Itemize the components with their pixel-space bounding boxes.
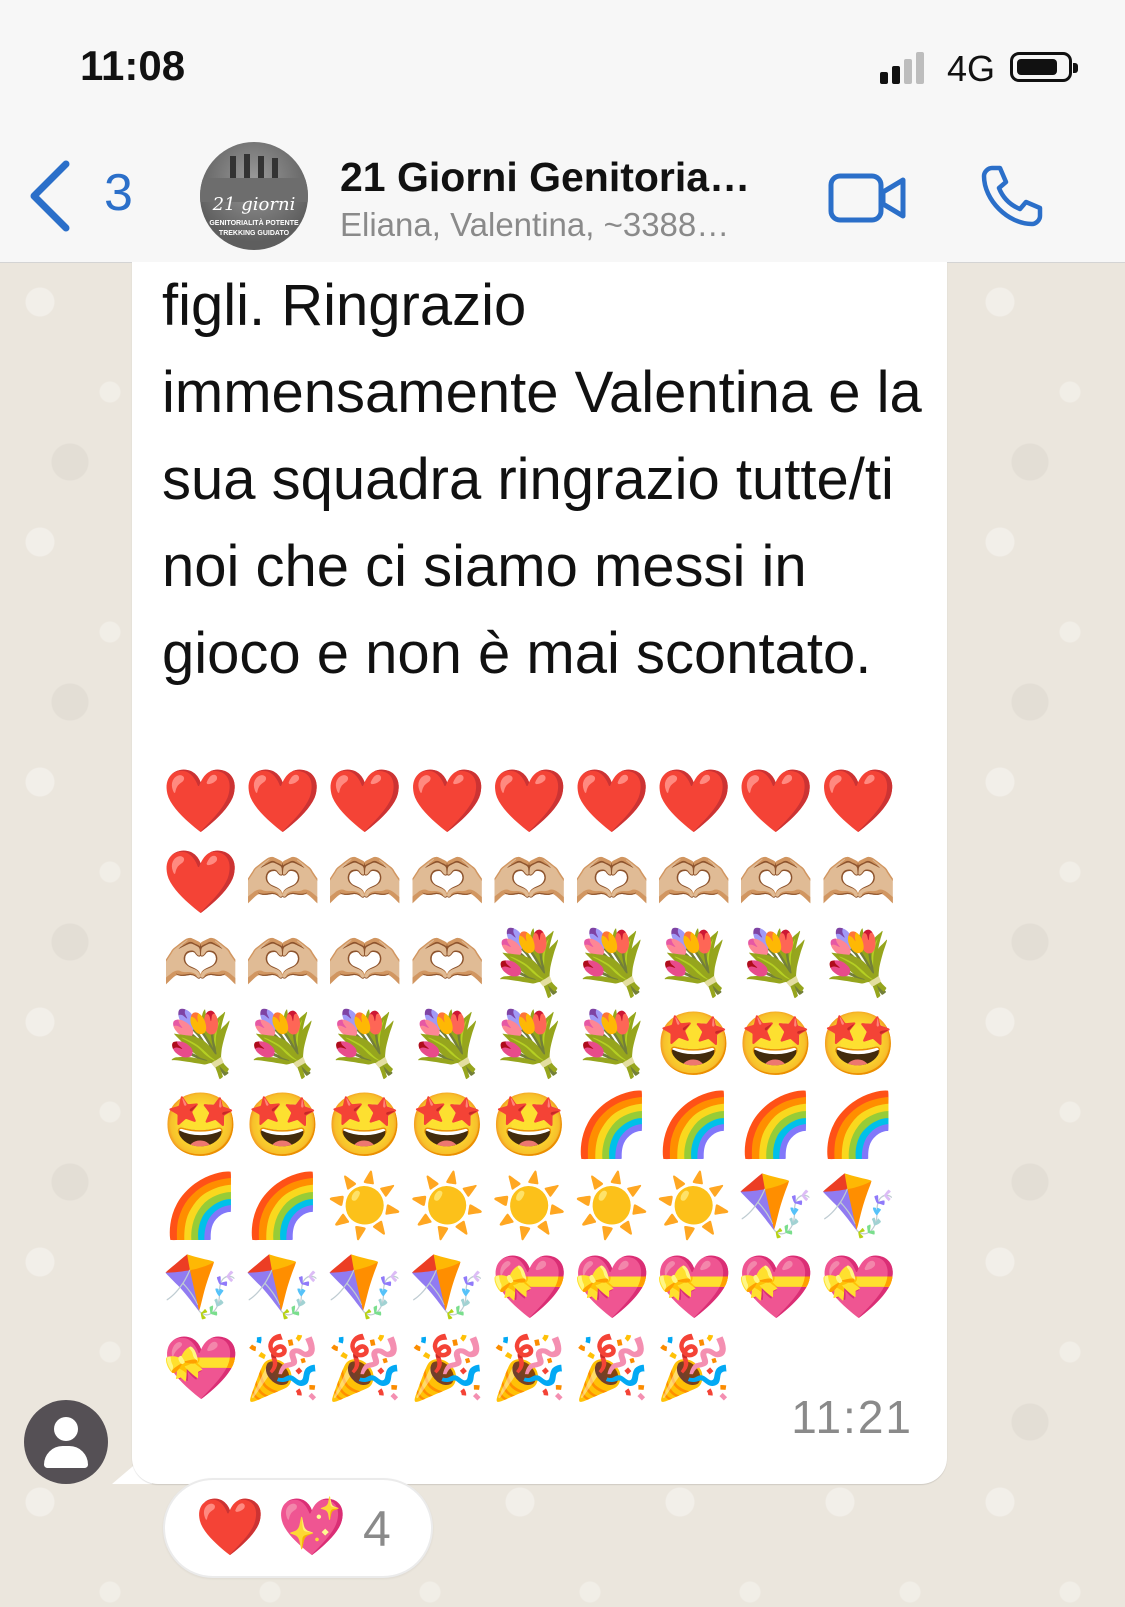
voice-call-button[interactable] [980, 162, 1046, 228]
chevron-left-icon [30, 160, 70, 232]
reaction-heart: ❤️ [195, 1495, 265, 1558]
message-text: figli. Ringrazio immensamente Valentina … [162, 273, 922, 686]
battery-icon [1010, 52, 1078, 82]
unread-count: 3 [104, 164, 133, 222]
reaction-sparkling-heart: 💖 [277, 1495, 347, 1558]
avatar-logo-text: 21 giorni [212, 194, 296, 215]
message-timestamp: 11:21 [791, 1391, 913, 1443]
person-icon [54, 1417, 78, 1441]
status-time: 11:08 [80, 42, 186, 89]
network-type: 4G [947, 48, 996, 89]
avatar-tagline: TREKKING GUIDATO [218, 230, 290, 237]
chat-header: 3 21 giorni GENITORIALITÀ POTENTE TREKKI… [0, 130, 1125, 263]
avatar-tagline: GENITORIALITÀ POTENTE [209, 220, 299, 227]
group-avatar[interactable]: 21 giorni GENITORIALITÀ POTENTE TREKKING… [200, 142, 308, 250]
back-button[interactable]: 3 [26, 158, 156, 238]
group-title[interactable]: 21 Giorni Genitoria… [340, 154, 750, 201]
group-members[interactable]: Eliana, Valentina, ~3388… [340, 206, 729, 244]
message-emojis: ❤️❤️❤️❤️❤️❤️❤️❤️❤️❤️🫶🏼🫶🏼🫶🏼🫶🏼🫶🏼🫶🏼🫶🏼🫶🏼🫶🏼🫶🏼… [162, 764, 902, 1404]
phone-icon [981, 165, 1043, 227]
hikers-silhouette-icon [200, 154, 308, 202]
reaction-count: 4 [363, 1501, 391, 1557]
video-call-button[interactable] [828, 170, 908, 226]
message-bubble[interactable]: figli. Ringrazio immensamente Valentina … [132, 262, 947, 1484]
reactions-pill[interactable]: ❤️ 💖 4 [163, 1478, 433, 1578]
status-bar: 11:08 4G [0, 0, 1125, 130]
cellular-signal-icon [880, 52, 928, 84]
sender-avatar[interactable] [24, 1400, 108, 1484]
video-camera-icon [828, 173, 906, 223]
